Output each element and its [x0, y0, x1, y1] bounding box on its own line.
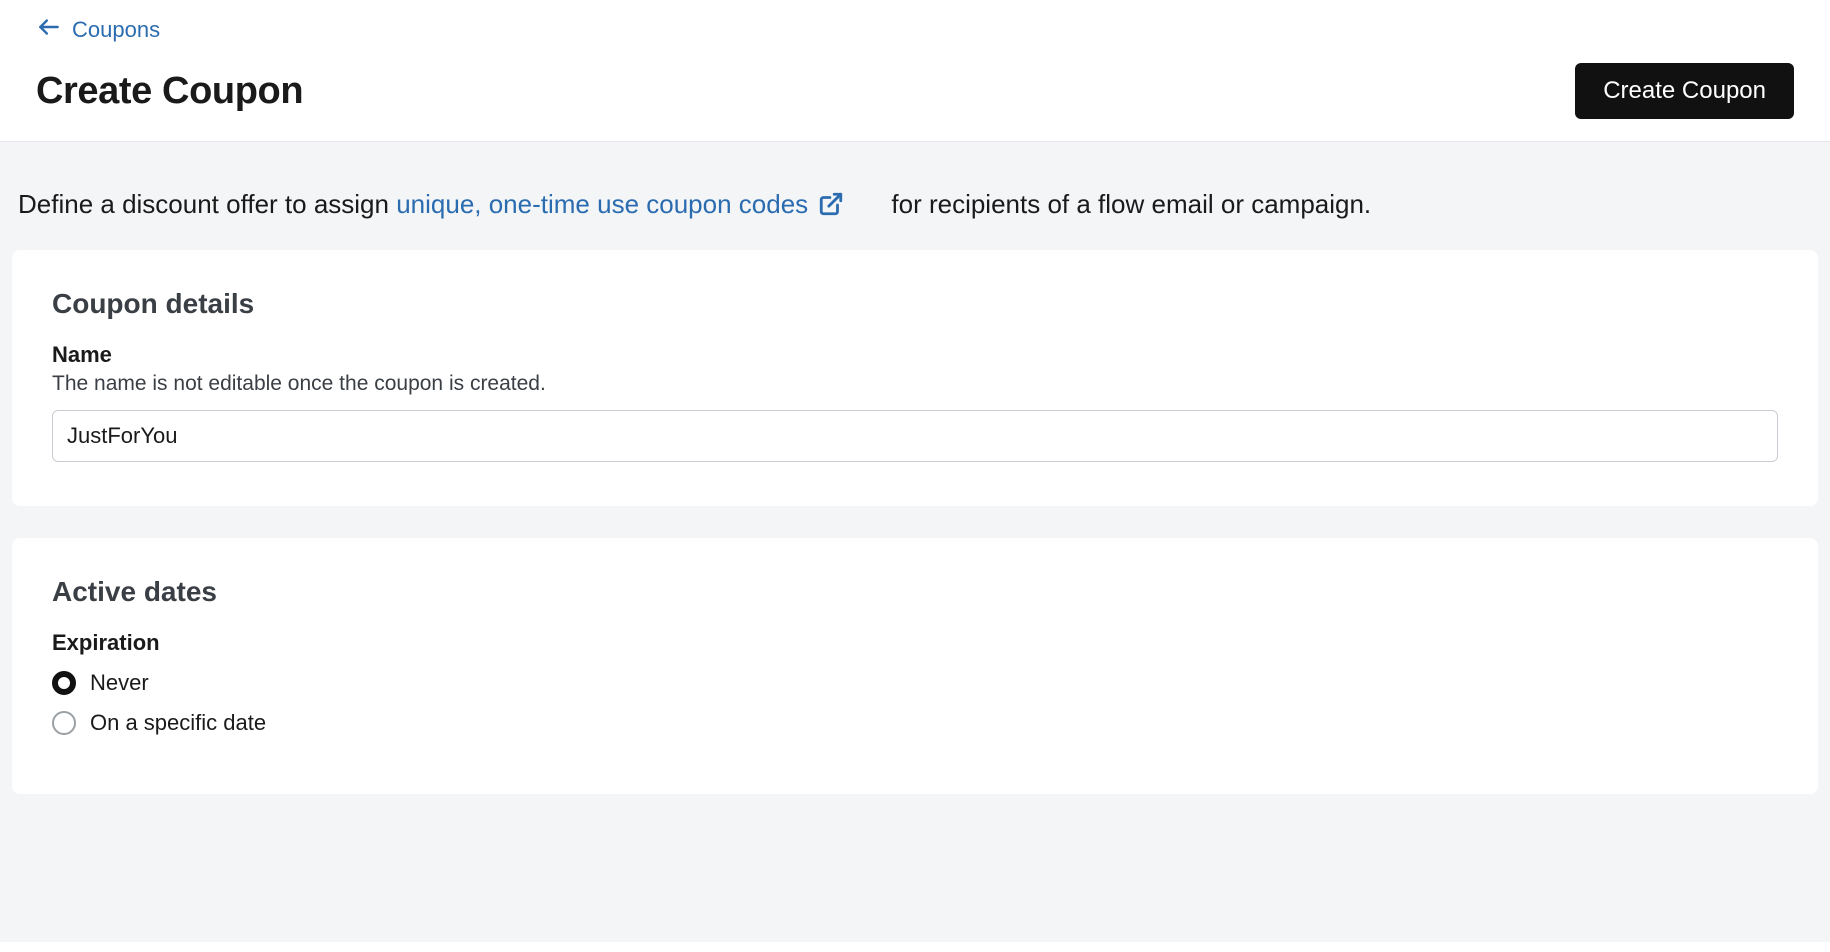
active-dates-title: Active dates [52, 576, 1778, 608]
content-area: Define a discount offer to assign unique… [0, 142, 1830, 942]
intro-text: Define a discount offer to assign unique… [12, 170, 1818, 250]
name-help-text: The name is not editable once the coupon… [52, 372, 1778, 396]
breadcrumb-link-coupons[interactable]: Coupons [72, 17, 160, 43]
coupon-details-title: Coupon details [52, 288, 1778, 320]
create-coupon-button[interactable]: Create Coupon [1575, 63, 1794, 119]
external-link-icon [818, 191, 844, 217]
page-title: Create Coupon [36, 70, 303, 113]
intro-link-unique-codes[interactable]: unique, one-time use coupon codes [396, 186, 884, 222]
breadcrumb: Coupons [36, 14, 1794, 45]
radio-icon [52, 671, 76, 695]
intro-prefix: Define a discount offer to assign [18, 189, 396, 219]
page-header: Coupons Create Coupon Create Coupon [0, 0, 1830, 142]
intro-link-text: unique, one-time use coupon codes [396, 186, 808, 222]
back-arrow-icon[interactable] [36, 14, 62, 45]
radio-label-never: Never [90, 670, 149, 696]
radio-option-specific-date[interactable]: On a specific date [52, 710, 1778, 736]
radio-option-never[interactable]: Never [52, 670, 1778, 696]
coupon-details-card: Coupon details Name The name is not edit… [12, 250, 1818, 506]
intro-suffix: for recipients of a flow email or campai… [891, 189, 1371, 219]
radio-icon [52, 711, 76, 735]
active-dates-card: Active dates Expiration Never On a speci… [12, 538, 1818, 794]
name-label: Name [52, 342, 1778, 368]
radio-label-specific: On a specific date [90, 710, 266, 736]
coupon-name-input[interactable] [52, 410, 1778, 462]
expiration-label: Expiration [52, 630, 1778, 656]
expiration-radio-group: Never On a specific date [52, 670, 1778, 736]
header-row: Create Coupon Create Coupon [36, 63, 1794, 119]
